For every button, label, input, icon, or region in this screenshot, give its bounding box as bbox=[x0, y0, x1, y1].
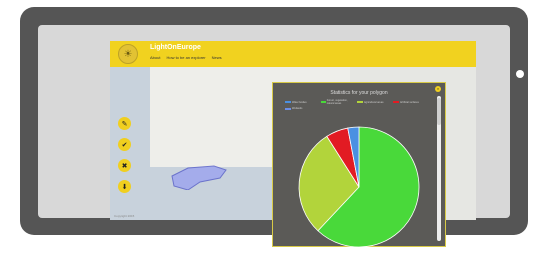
statistics-panel: × Statistics for your polygon Water bodi… bbox=[272, 82, 446, 248]
panel-scroll-thumb[interactable] bbox=[437, 98, 441, 125]
chart-legend: Water bodies Forest, vegetation, natural… bbox=[285, 99, 433, 110]
legend-item-forest: Forest, vegetation, natural areas bbox=[321, 99, 355, 105]
legend-label: Artificial surfaces bbox=[400, 100, 419, 104]
app-title: LightOnEurope bbox=[150, 44, 201, 51]
legend-swatch bbox=[285, 107, 291, 110]
legend-label: Water bodies bbox=[292, 100, 307, 104]
logo-icon: ☀ bbox=[118, 44, 138, 64]
legend-item-artificial: Artificial surfaces bbox=[393, 99, 427, 105]
pie-chart-container bbox=[295, 123, 423, 251]
legend-swatch bbox=[321, 101, 326, 103]
panel-title: Statistics for your polygon bbox=[330, 90, 388, 96]
close-icon[interactable]: ✖ bbox=[118, 159, 131, 172]
check-icon[interactable]: ✔ bbox=[118, 138, 131, 151]
toolbar: ✎ ✔ ✖ ⬇ bbox=[118, 117, 131, 193]
legend-swatch bbox=[357, 101, 363, 103]
legend-swatch bbox=[285, 101, 291, 103]
pie-chart bbox=[298, 126, 420, 248]
app-header: ☀ LightOnEurope About How to be an explo… bbox=[110, 41, 476, 67]
nav-news[interactable]: News bbox=[212, 55, 222, 60]
legend-item-wetlands: Wetlands bbox=[285, 107, 319, 110]
zoom-control[interactable] bbox=[516, 70, 524, 78]
legend-item-agri: Agricultural areas bbox=[357, 99, 391, 105]
legend-swatch bbox=[393, 101, 399, 103]
nav-how-to[interactable]: How to be an explorer bbox=[166, 55, 205, 60]
nav-about[interactable]: About bbox=[150, 55, 160, 60]
footer-text: Copyright 2015 bbox=[114, 214, 135, 218]
legend-label: Wetlands bbox=[292, 107, 303, 110]
main-nav: About How to be an explorer News bbox=[150, 55, 222, 60]
legend-item-water: Water bodies bbox=[285, 99, 319, 105]
legend-label: Agricultural areas bbox=[364, 100, 384, 104]
pencil-icon[interactable]: ✎ bbox=[118, 117, 131, 130]
download-icon[interactable]: ⬇ bbox=[118, 180, 131, 193]
legend-label: Forest, vegetation, natural areas bbox=[326, 99, 348, 105]
polygon-selection[interactable] bbox=[170, 160, 230, 190]
